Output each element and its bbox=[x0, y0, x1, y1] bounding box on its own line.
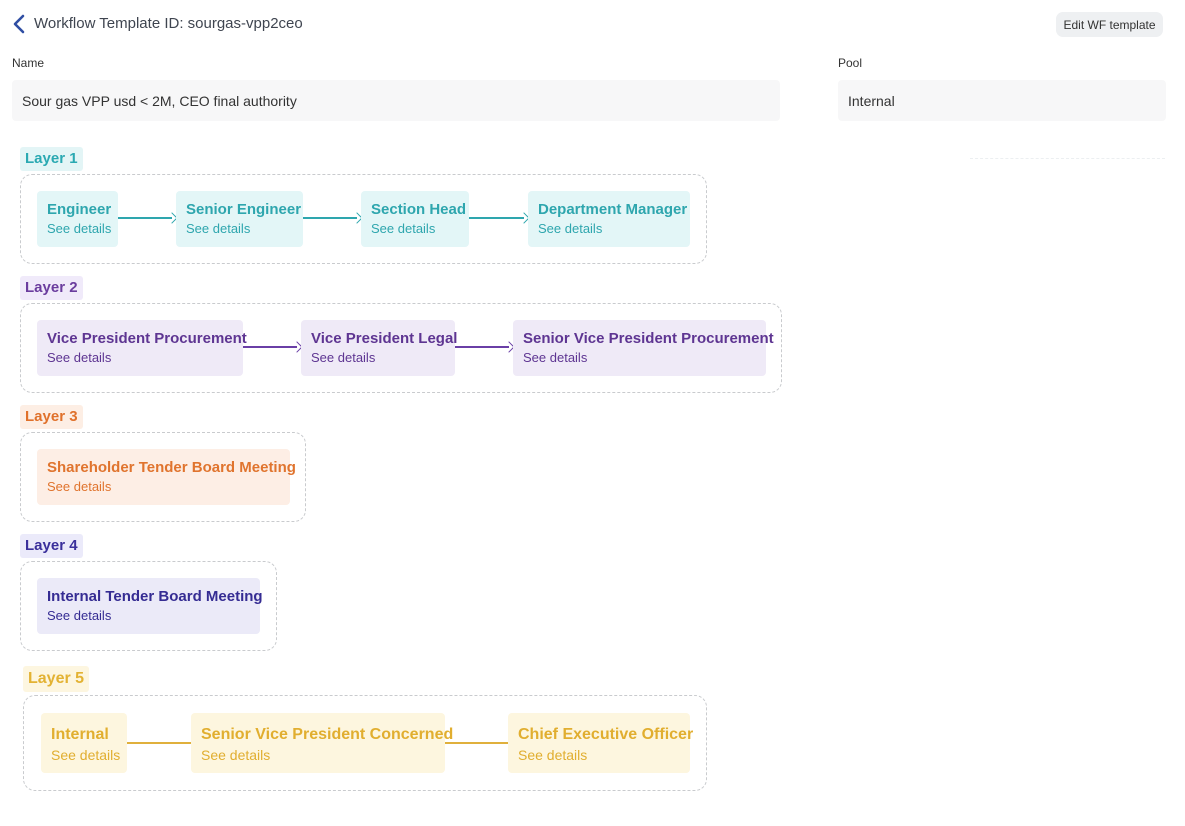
arrow-icon bbox=[455, 341, 515, 353]
layer-1-node-senior-engineer[interactable]: Senior Engineer See details bbox=[176, 191, 303, 247]
header: Workflow Template ID: sourgas-vpp2ceo Ed… bbox=[0, 0, 1185, 48]
arrow-icon bbox=[469, 212, 530, 224]
connector-line bbox=[127, 742, 191, 744]
layer-1-label: Layer 1 bbox=[20, 147, 83, 171]
layer-1-node-department-manager[interactable]: Department Manager See details bbox=[528, 191, 690, 247]
pool-field[interactable]: Internal bbox=[838, 80, 1166, 121]
node-title: Vice President Procurement bbox=[47, 330, 247, 347]
layer-4-node-internal-tender-board[interactable]: Internal Tender Board Meeting See detail… bbox=[37, 578, 263, 634]
node-title: Department Manager bbox=[538, 201, 688, 218]
see-details-link[interactable]: See details bbox=[47, 349, 233, 367]
see-details-link[interactable]: See details bbox=[47, 478, 280, 496]
see-details-link[interactable]: See details bbox=[201, 745, 435, 765]
see-details-link[interactable]: See details bbox=[371, 220, 459, 238]
layer-2-node-vp-legal[interactable]: Vice President Legal See details bbox=[301, 320, 458, 376]
layer-1-node-section-head[interactable]: Section Head See details bbox=[361, 191, 469, 247]
pool-label: Pool bbox=[838, 56, 863, 70]
node-title: Senior Vice President Concerned bbox=[201, 726, 454, 743]
arrow-icon bbox=[303, 212, 363, 224]
node-title: Engineer bbox=[47, 201, 112, 218]
layer-5-node-svp-concerned[interactable]: Senior Vice President Concerned See deta… bbox=[191, 713, 454, 773]
layer-3-label: Layer 3 bbox=[20, 405, 83, 429]
layer-5-node-ceo[interactable]: Chief Executive Officer See details bbox=[508, 713, 694, 773]
see-details-link[interactable]: See details bbox=[47, 220, 111, 238]
see-details-link[interactable]: See details bbox=[47, 607, 250, 625]
node-title: Internal Tender Board Meeting bbox=[47, 588, 263, 605]
layer-3-node-shareholder-tender-board[interactable]: Shareholder Tender Board Meeting See det… bbox=[37, 449, 296, 505]
layer-5-label: Layer 5 bbox=[23, 666, 90, 692]
layer-2-node-svp-procurement[interactable]: Senior Vice President Procurement See de… bbox=[513, 320, 774, 376]
edit-wf-template-button[interactable]: Edit WF template bbox=[1056, 12, 1163, 37]
layer-5-node-internal[interactable]: Internal See details bbox=[41, 713, 127, 773]
see-details-link[interactable]: See details bbox=[518, 745, 680, 765]
see-details-link[interactable]: See details bbox=[311, 349, 445, 367]
see-details-link[interactable]: See details bbox=[186, 220, 293, 238]
see-details-link[interactable]: See details bbox=[51, 745, 120, 765]
node-title: Senior Vice President Procurement bbox=[523, 330, 774, 347]
see-details-link[interactable]: See details bbox=[538, 220, 680, 238]
node-title: Chief Executive Officer bbox=[518, 726, 694, 743]
name-label: Name bbox=[12, 56, 45, 70]
arrow-icon bbox=[243, 341, 303, 353]
layer-1-node-engineer[interactable]: Engineer See details bbox=[37, 191, 118, 247]
node-title: Senior Engineer bbox=[186, 201, 302, 218]
see-details-link[interactable]: See details bbox=[523, 349, 756, 367]
node-title: Vice President Legal bbox=[311, 330, 458, 347]
name-field[interactable]: Sour gas VPP usd < 2M, CEO final authori… bbox=[12, 80, 780, 121]
node-title: Section Head bbox=[371, 201, 467, 218]
connector-line bbox=[445, 742, 508, 744]
chevron-left-icon[interactable] bbox=[12, 14, 26, 34]
layer-2-label: Layer 2 bbox=[20, 276, 83, 300]
layer-2-node-vp-procurement[interactable]: Vice President Procurement See details bbox=[37, 320, 247, 376]
node-title: Internal bbox=[51, 726, 109, 743]
node-title: Shareholder Tender Board Meeting bbox=[47, 459, 296, 476]
arrow-icon bbox=[118, 212, 178, 224]
page-title: Workflow Template ID: sourgas-vpp2ceo bbox=[34, 15, 303, 32]
layer-4-label: Layer 4 bbox=[20, 534, 83, 558]
divider bbox=[970, 158, 1165, 159]
